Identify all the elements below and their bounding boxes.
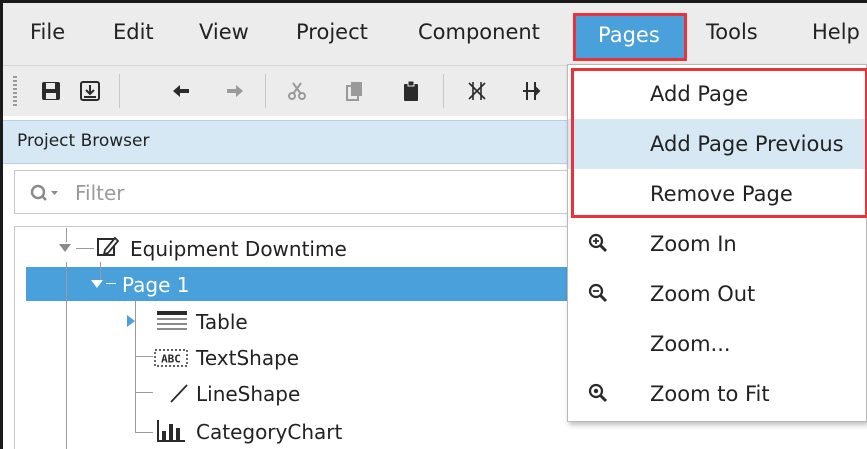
save-local-icon[interactable] (78, 79, 102, 103)
toolbar-separator (443, 74, 444, 108)
menu-item-zoom-in[interactable]: Zoom In (568, 219, 867, 269)
menu-item-remove-page-label: Remove Page (650, 182, 793, 206)
pages-dropdown-menu: Add Page Add Page Previous Remove Page Z… (567, 64, 867, 422)
svg-text:ABC: ABC (161, 353, 181, 366)
tree-guide-line (106, 283, 116, 284)
menu-view[interactable]: View (199, 20, 249, 44)
project-browser-header: Project Browser (3, 120, 567, 164)
tree-item-root-label: Equipment Downtime (130, 237, 347, 261)
tree-item-page-label: Page 1 (122, 273, 190, 297)
menu-item-zoom-out-label: Zoom Out (650, 282, 756, 306)
filter-input[interactable]: Filter (14, 170, 570, 214)
project-browser-title: Project Browser (17, 131, 150, 151)
menu-item-zoom-to-fit-label: Zoom to Fit (650, 382, 770, 406)
line-shape-icon (170, 384, 188, 403)
tree-item-table-label: Table (196, 310, 248, 334)
menu-item-zoom-out[interactable]: Zoom Out (568, 269, 867, 319)
paste-icon[interactable] (399, 79, 423, 103)
tree-item-root[interactable]: Equipment Downtime (26, 231, 566, 265)
menu-help[interactable]: Help (812, 20, 860, 44)
tree-item-categorychart[interactable]: CategoryChart (26, 414, 566, 448)
menu-file[interactable]: File (30, 20, 65, 44)
search-icon[interactable] (29, 182, 61, 204)
toolbar-separator (119, 74, 120, 108)
expand-arrow-icon[interactable] (126, 314, 136, 328)
menu-project[interactable]: Project (296, 20, 368, 44)
tree-item-categorychart-label: CategoryChart (196, 420, 343, 444)
menu-pages[interactable]: Pages (573, 13, 687, 61)
zoom-out-icon (588, 283, 608, 303)
align-center-icon[interactable] (519, 79, 543, 103)
toolbar-separator (265, 74, 266, 108)
zoom-fit-icon (588, 383, 608, 403)
menu-bar: File Edit View Project Component Pages T… (3, 3, 867, 65)
menu-item-zoom-label: Zoom... (650, 332, 731, 356)
menu-pages-label: Pages (598, 23, 660, 47)
menu-item-zoom-to-fit[interactable]: Zoom to Fit (568, 369, 867, 419)
toolbar-grip[interactable] (13, 76, 17, 106)
undo-icon[interactable] (169, 79, 193, 103)
tree-item-textshape[interactable]: ABC TextShape (26, 340, 566, 374)
menu-tools[interactable]: Tools (706, 20, 758, 44)
zoom-in-icon (588, 233, 608, 253)
category-chart-icon (157, 420, 185, 442)
save-icon[interactable] (39, 79, 63, 103)
menu-item-add-page[interactable]: Add Page (568, 69, 867, 119)
align-distribute-icon[interactable] (465, 79, 489, 103)
redo-icon[interactable] (223, 79, 247, 103)
table-icon (157, 311, 187, 330)
filter-placeholder: Filter (75, 181, 125, 205)
menu-item-add-page-previous[interactable]: Add Page Previous (568, 119, 867, 169)
window-edit-icon (97, 236, 120, 256)
menu-item-add-page-previous-label: Add Page Previous (650, 132, 844, 156)
tree-item-textshape-label: TextShape (196, 346, 300, 370)
menu-item-zoom[interactable]: Zoom... (568, 319, 867, 369)
tree-item-lineshape-label: LineShape (196, 382, 301, 406)
menu-item-add-page-label: Add Page (650, 82, 749, 106)
collapse-arrow-icon[interactable] (58, 243, 72, 253)
copy-icon[interactable] (343, 79, 367, 103)
menu-item-remove-page[interactable]: Remove Page (568, 169, 867, 219)
tree-item-page[interactable]: Page 1 (26, 267, 566, 301)
tree-item-lineshape[interactable]: LineShape (26, 376, 566, 410)
text-shape-icon: ABC (154, 349, 188, 367)
menu-item-zoom-in-label: Zoom In (650, 232, 737, 256)
collapse-arrow-icon[interactable] (90, 279, 104, 289)
app-window: File Edit View Project Component Pages T… (0, 0, 867, 449)
menu-edit[interactable]: Edit (113, 20, 154, 44)
toolbar (3, 65, 567, 116)
cut-icon[interactable] (285, 79, 309, 103)
tree-item-table[interactable]: Table (26, 304, 566, 338)
menu-component[interactable]: Component (418, 20, 540, 44)
